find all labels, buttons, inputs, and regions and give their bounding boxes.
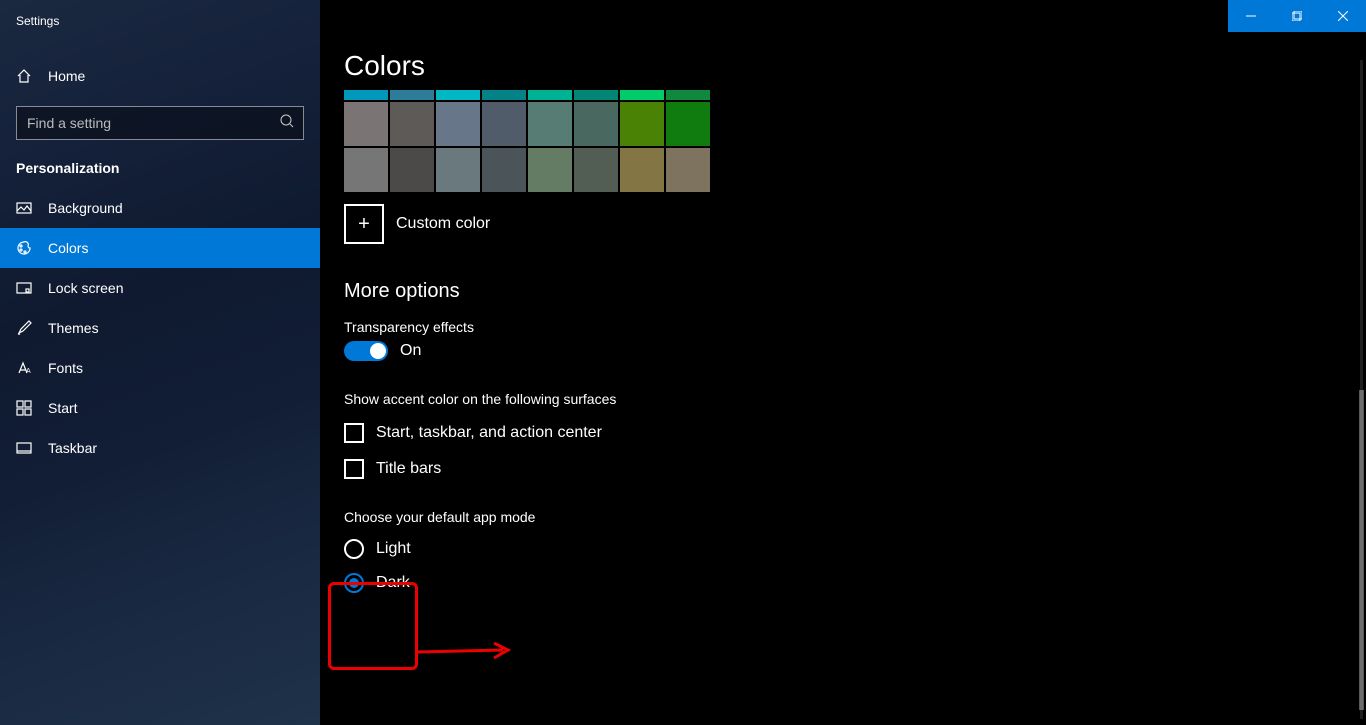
checkbox-icon (344, 459, 364, 479)
color-swatch[interactable] (344, 148, 388, 192)
color-swatch[interactable] (344, 102, 388, 146)
window-titlebar (1228, 0, 1366, 32)
picture-icon (16, 200, 32, 216)
plus-icon: + (344, 204, 384, 244)
color-swatch[interactable] (574, 102, 618, 146)
start-icon (16, 400, 32, 416)
app-mode-label: Choose your default app mode (344, 509, 1366, 525)
font-icon: A (16, 360, 32, 376)
color-swatch[interactable] (666, 148, 710, 192)
nav-label: Background (48, 200, 123, 216)
search-icon (280, 114, 294, 133)
transparency-state: On (400, 342, 421, 360)
nav-item-background[interactable]: Background (0, 188, 320, 228)
color-swatch[interactable] (482, 90, 526, 100)
color-swatch[interactable] (390, 90, 434, 100)
search-wrap (0, 96, 320, 156)
color-swatch[interactable] (436, 90, 480, 100)
color-swatch[interactable] (436, 148, 480, 192)
content-area: Colors + Custom color More options Trans… (320, 0, 1366, 725)
nav-label: Lock screen (48, 280, 123, 296)
nav-label: Colors (48, 240, 88, 256)
radio-dark[interactable]: Dark (344, 573, 1366, 593)
maximize-button[interactable] (1274, 0, 1320, 32)
minimize-button[interactable] (1228, 0, 1274, 32)
close-button[interactable] (1320, 0, 1366, 32)
taskbar-icon (16, 440, 32, 456)
brush-icon (16, 320, 32, 336)
radio-light[interactable]: Light (344, 539, 1366, 559)
color-swatch[interactable] (574, 148, 618, 192)
color-swatch[interactable] (666, 102, 710, 146)
radio-icon (344, 539, 364, 559)
page-title: Colors (344, 50, 1366, 82)
lockscreen-icon (16, 280, 32, 296)
check-start-taskbar[interactable]: Start, taskbar, and action center (344, 423, 1366, 443)
color-swatch[interactable] (574, 90, 618, 100)
sidebar: Settings Home Personalization Background… (0, 0, 320, 725)
nav-label: Taskbar (48, 440, 97, 456)
scrollbar-thumb[interactable] (1359, 390, 1364, 710)
nav-list: Background Colors Lock screen Themes A F… (0, 188, 320, 468)
nav-label: Start (48, 400, 78, 416)
checkbox-icon (344, 423, 364, 443)
app-title: Settings (0, 10, 320, 48)
color-swatch[interactable] (620, 102, 664, 146)
color-swatch[interactable] (620, 90, 664, 100)
radio-label: Dark (376, 574, 410, 592)
svg-text:A: A (26, 368, 31, 375)
color-swatch[interactable] (620, 148, 664, 192)
color-swatch[interactable] (528, 102, 572, 146)
nav-item-start[interactable]: Start (0, 388, 320, 428)
color-swatch[interactable] (390, 102, 434, 146)
more-options-heading: More options (344, 280, 1366, 303)
check-label: Title bars (376, 460, 441, 478)
nav-label: Fonts (48, 360, 83, 376)
nav-section-title: Personalization (0, 156, 320, 188)
color-swatch[interactable] (482, 148, 526, 192)
color-swatch[interactable] (666, 90, 710, 100)
color-swatch[interactable] (344, 90, 388, 100)
radio-label: Light (376, 540, 411, 558)
transparency-label: Transparency effects (344, 319, 1366, 335)
nav-label: Themes (48, 320, 99, 336)
check-label: Start, taskbar, and action center (376, 424, 602, 442)
custom-color-button[interactable]: + Custom color (344, 204, 1366, 244)
nav-item-themes[interactable]: Themes (0, 308, 320, 348)
color-swatch[interactable] (528, 90, 572, 100)
nav-home-label: Home (48, 68, 85, 84)
home-icon (16, 68, 32, 84)
color-swatch[interactable] (436, 102, 480, 146)
color-swatch[interactable] (390, 148, 434, 192)
accent-surfaces-label: Show accent color on the following surfa… (344, 391, 1366, 407)
nav-item-fonts[interactable]: A Fonts (0, 348, 320, 388)
palette-icon (16, 240, 32, 256)
nav-item-taskbar[interactable]: Taskbar (0, 428, 320, 468)
transparency-toggle[interactable] (344, 341, 388, 361)
color-swatch[interactable] (528, 148, 572, 192)
nav-item-lockscreen[interactable]: Lock screen (0, 268, 320, 308)
color-swatch[interactable] (482, 102, 526, 146)
search-input[interactable] (16, 106, 304, 140)
check-title-bars[interactable]: Title bars (344, 459, 1366, 479)
nav-home[interactable]: Home (0, 56, 320, 96)
nav-item-colors[interactable]: Colors (0, 228, 320, 268)
radio-icon (344, 573, 364, 593)
custom-color-label: Custom color (396, 215, 490, 233)
color-swatch-grid (344, 90, 1366, 192)
